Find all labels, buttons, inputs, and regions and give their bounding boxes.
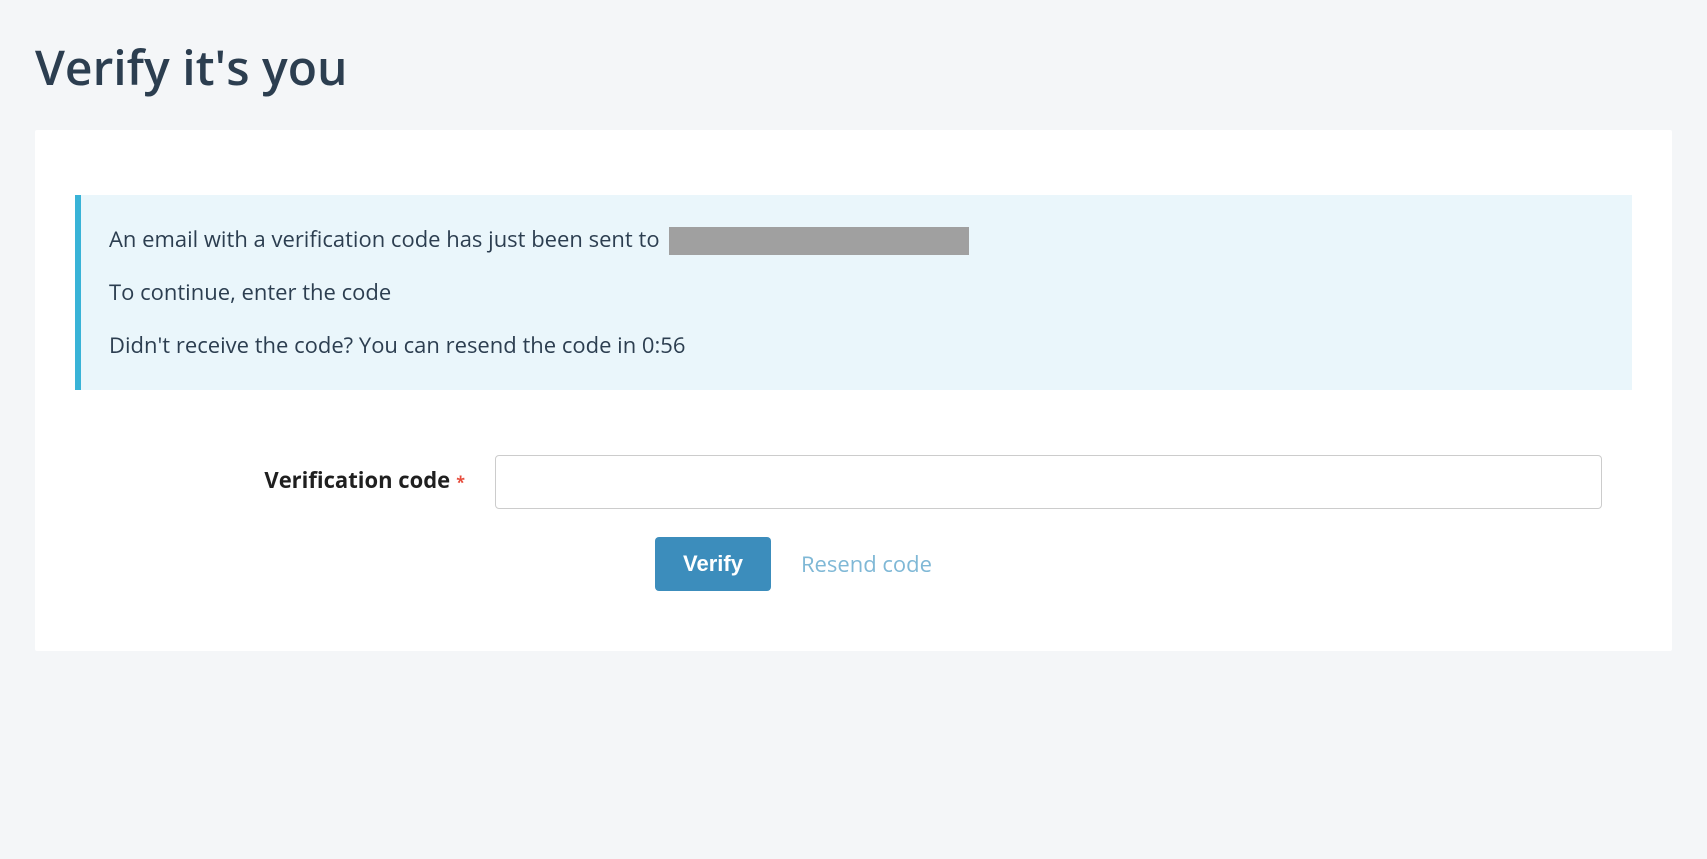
info-line-email-sent: An email with a verification code has ju… (109, 223, 1604, 256)
verification-card: An email with a verification code has ju… (35, 130, 1672, 651)
info-banner: An email with a verification code has ju… (75, 195, 1632, 390)
action-row: Verify Resend code (655, 537, 1632, 591)
redacted-email (669, 227, 969, 255)
verification-code-input[interactable] (495, 455, 1602, 509)
verification-code-input-wrap (495, 455, 1632, 509)
info-line-email-sent-text: An email with a verification code has ju… (109, 224, 665, 254)
info-line-continue: To continue, enter the code (109, 276, 1604, 309)
verification-code-label-wrap: Verification code * (75, 455, 465, 495)
verify-button[interactable]: Verify (655, 537, 771, 591)
required-indicator: * (456, 471, 465, 493)
verification-code-row: Verification code * (75, 455, 1632, 509)
page-title: Verify it's you (35, 35, 1672, 100)
info-line-resend-countdown: Didn't receive the code? You can resend … (109, 329, 1604, 362)
resend-code-link[interactable]: Resend code (801, 549, 932, 579)
verification-code-label: Verification code (264, 465, 450, 495)
